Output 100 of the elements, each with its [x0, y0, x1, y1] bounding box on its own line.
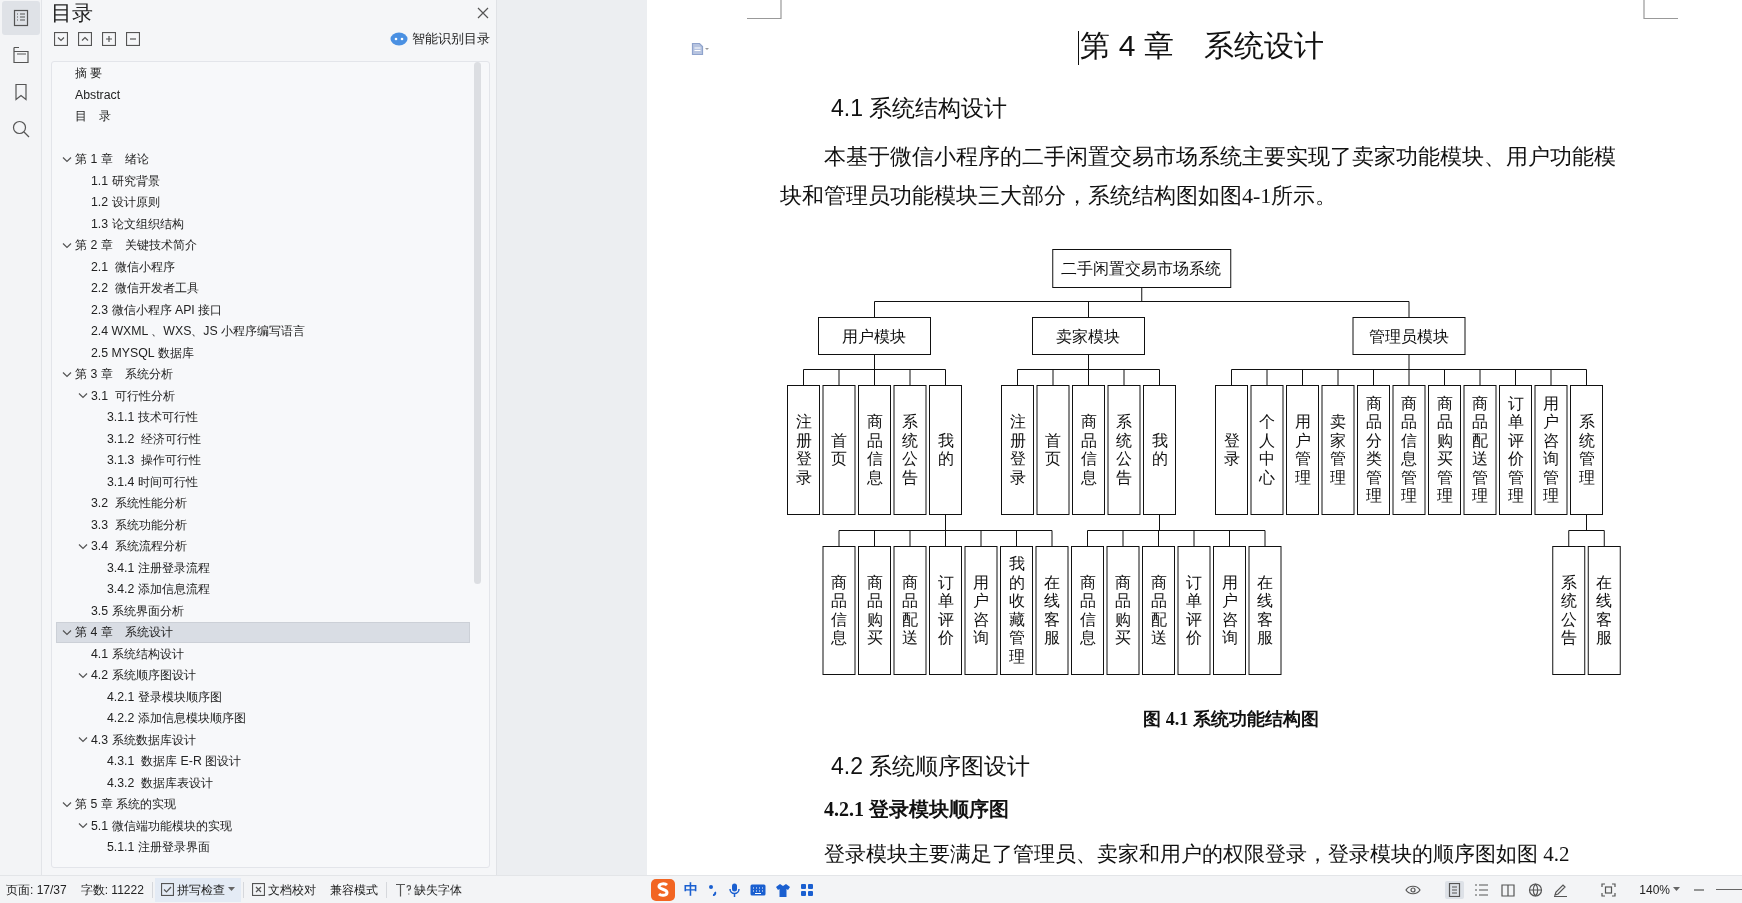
- smart-toc-button[interactable]: 智能识别目录: [390, 30, 490, 49]
- toc-item[interactable]: 1.3 论文组织结构: [56, 213, 470, 235]
- robot-icon: [390, 32, 408, 47]
- toc-item[interactable]: 3.1.2 经济可行性: [56, 428, 470, 450]
- toc-item[interactable]: 1.2 设计原则: [56, 191, 470, 214]
- toc-item[interactable]: 2.2 微信开发者工具: [56, 277, 470, 300]
- diagram-node: 系统公告: [893, 385, 927, 515]
- diagram-node: 管理员模块: [1352, 317, 1466, 355]
- diagram-node: 我的收藏管理: [1000, 546, 1033, 675]
- status-text: 兼容模式: [328, 881, 379, 899]
- diagram-node: 用户咨询: [964, 546, 998, 675]
- spellcheck-button[interactable]: 拼写检查: [154, 877, 241, 902]
- toc-item[interactable]: 4.2.1 登录模块顺序图: [56, 686, 470, 708]
- shirt-icon[interactable]: [774, 882, 791, 897]
- close-icon[interactable]: [476, 6, 490, 20]
- figure-caption: 图 4.1 系统功能结构图: [1142, 708, 1320, 731]
- toc-item[interactable]: 5.1 微信端功能模块的实现: [56, 815, 470, 837]
- toc-item[interactable]: 3.5 系统界面分析: [56, 600, 470, 622]
- toc-item[interactable]: 4.2.2 添加信息模块顺序图: [56, 707, 470, 730]
- plus-icon[interactable]: [102, 32, 116, 47]
- toc-item[interactable]: 摘 要: [56, 62, 470, 85]
- toc-item[interactable]: 3.3 系统功能分析: [56, 514, 470, 536]
- chevron-icon[interactable]: [62, 241, 72, 250]
- caret-icon[interactable]: [227, 887, 235, 892]
- toc-item[interactable]: 3.1.3 操作可行性: [56, 449, 470, 472]
- diagram-node: 个人中心: [1250, 385, 1284, 515]
- keyboard-icon[interactable]: [749, 882, 766, 897]
- pen-icon[interactable]: [1553, 882, 1570, 897]
- toc-item[interactable]: 3.4 系统流程分析: [56, 535, 470, 558]
- section-heading: 4.2 系统顺序图设计: [831, 753, 1031, 779]
- diagram-node: 商品分类管理: [1357, 385, 1390, 515]
- status-text: 字数: 11222: [79, 881, 145, 899]
- collapse-icon[interactable]: [54, 32, 68, 47]
- diagram-node: 二手闲置交易市场系统: [1052, 249, 1232, 288]
- outline-icon: [11, 45, 31, 65]
- toc-item[interactable]: 3.4.1 注册登录流程: [56, 557, 470, 579]
- outline-view-icon: [1474, 882, 1490, 897]
- toc-item[interactable]: 2.4 WXML 、WXS、JS 小程序编写语言: [56, 320, 470, 343]
- chevron-icon[interactable]: [62, 370, 72, 379]
- diagram-node: 我的: [1143, 385, 1176, 515]
- fit-page-icon[interactable]: [1601, 882, 1618, 897]
- toc-item[interactable]: 第 4 章 系统设计: [56, 621, 470, 644]
- toc-item[interactable]: 1.1 研究背景: [56, 170, 470, 192]
- diagram-node: 卖家管理: [1321, 385, 1355, 515]
- toc-item[interactable]: 2.1 微信小程序: [56, 256, 470, 278]
- web-view-icon: [1528, 882, 1544, 897]
- toc-item[interactable]: 4.3.2 数据库表设计: [56, 772, 470, 794]
- toc-item[interactable]: 4.2 系统顺序图设计: [56, 664, 470, 687]
- toc-item[interactable]: 第 3 章 系统分析: [56, 363, 470, 386]
- toc-item[interactable]: 3.1.1 技术可行性: [56, 406, 470, 429]
- diagram-node: 商品信息: [1071, 546, 1104, 675]
- chevron-icon[interactable]: [62, 628, 72, 637]
- grid-icon[interactable]: [799, 882, 814, 897]
- diagram-node: 用户管理: [1286, 385, 1319, 515]
- proofread-button[interactable]: 文档校对: [245, 877, 322, 902]
- view-button[interactable]: [1445, 880, 1465, 899]
- toc-item[interactable]: 3.1 可行性分析: [56, 385, 470, 407]
- sidebar-tab[interactable]: [2, 1, 40, 35]
- toc-item[interactable]: 3.1.4 时间可行性: [56, 471, 470, 493]
- toc-item[interactable]: 第 5 章 系统的实现: [56, 793, 470, 816]
- microphone-icon[interactable]: [727, 882, 741, 897]
- chevron-icon[interactable]: [62, 800, 72, 809]
- toc-item[interactable]: 目 录: [56, 105, 470, 128]
- punctuation-icon[interactable]: [706, 882, 719, 897]
- scrollbar[interactable]: [474, 61, 481, 584]
- toc-item[interactable]: 第 2 章 关键技术简介: [56, 234, 470, 257]
- toc-item[interactable]: 5.1.1 注册登录界面: [56, 836, 470, 859]
- diagram-node: 在线客服: [1587, 546, 1621, 675]
- diagram-node: 商品信息管理: [1392, 385, 1426, 515]
- chevron-icon[interactable]: [62, 155, 72, 164]
- input-method-logo[interactable]: [650, 878, 675, 901]
- input-mode-toggle[interactable]: 中: [683, 879, 698, 900]
- toc-item[interactable]: 3.4.2 添加信息流程: [56, 578, 470, 601]
- toc-item[interactable]: 4.3 系统数据库设计: [56, 729, 470, 751]
- toc-item[interactable]: 4.1 系统结构设计: [56, 643, 470, 665]
- diagram-node: 注册登录: [1001, 385, 1034, 515]
- toc-item[interactable]: 第 1 章 绪论: [56, 148, 470, 171]
- chevron-icon[interactable]: [78, 736, 88, 744]
- contents-icon: [11, 8, 31, 28]
- diagram-node: 商品配送: [1142, 546, 1175, 675]
- toc-item[interactable]: 2.3 微信小程序 API 接口: [56, 299, 470, 321]
- expand-icon[interactable]: [78, 32, 92, 47]
- chevron-icon[interactable]: [78, 392, 88, 400]
- toc-item[interactable]: Abstract: [56, 84, 470, 106]
- chevron-icon[interactable]: [78, 671, 88, 680]
- status-text: 页面: 17/37: [5, 881, 68, 899]
- subsection-heading: 4.2.1 登录模块顺序图: [824, 798, 1009, 820]
- toc-item[interactable]: 3.2 系统性能分析: [56, 492, 470, 515]
- zoom-menu[interactable]: 140%: [1633, 877, 1686, 902]
- chevron-icon[interactable]: [78, 822, 88, 830]
- minus-icon[interactable]: [126, 32, 140, 47]
- toc-item[interactable]: 4.3.1 数据库 E-R 图设计: [56, 750, 470, 773]
- diagram-node: 在线客服: [1035, 546, 1069, 675]
- chevron-icon[interactable]: [78, 542, 88, 551]
- diagram-node: 商品配送: [893, 546, 927, 675]
- missing-font-button[interactable]: 缺失字体: [388, 877, 468, 902]
- text-cursor: [1078, 31, 1080, 66]
- diagram-node: 卖家模块: [1032, 317, 1145, 355]
- chapter-title: 第 4 章 系统设计: [1080, 29, 1324, 62]
- toc-item[interactable]: 2.5 MYSQL 数据库: [56, 342, 470, 364]
